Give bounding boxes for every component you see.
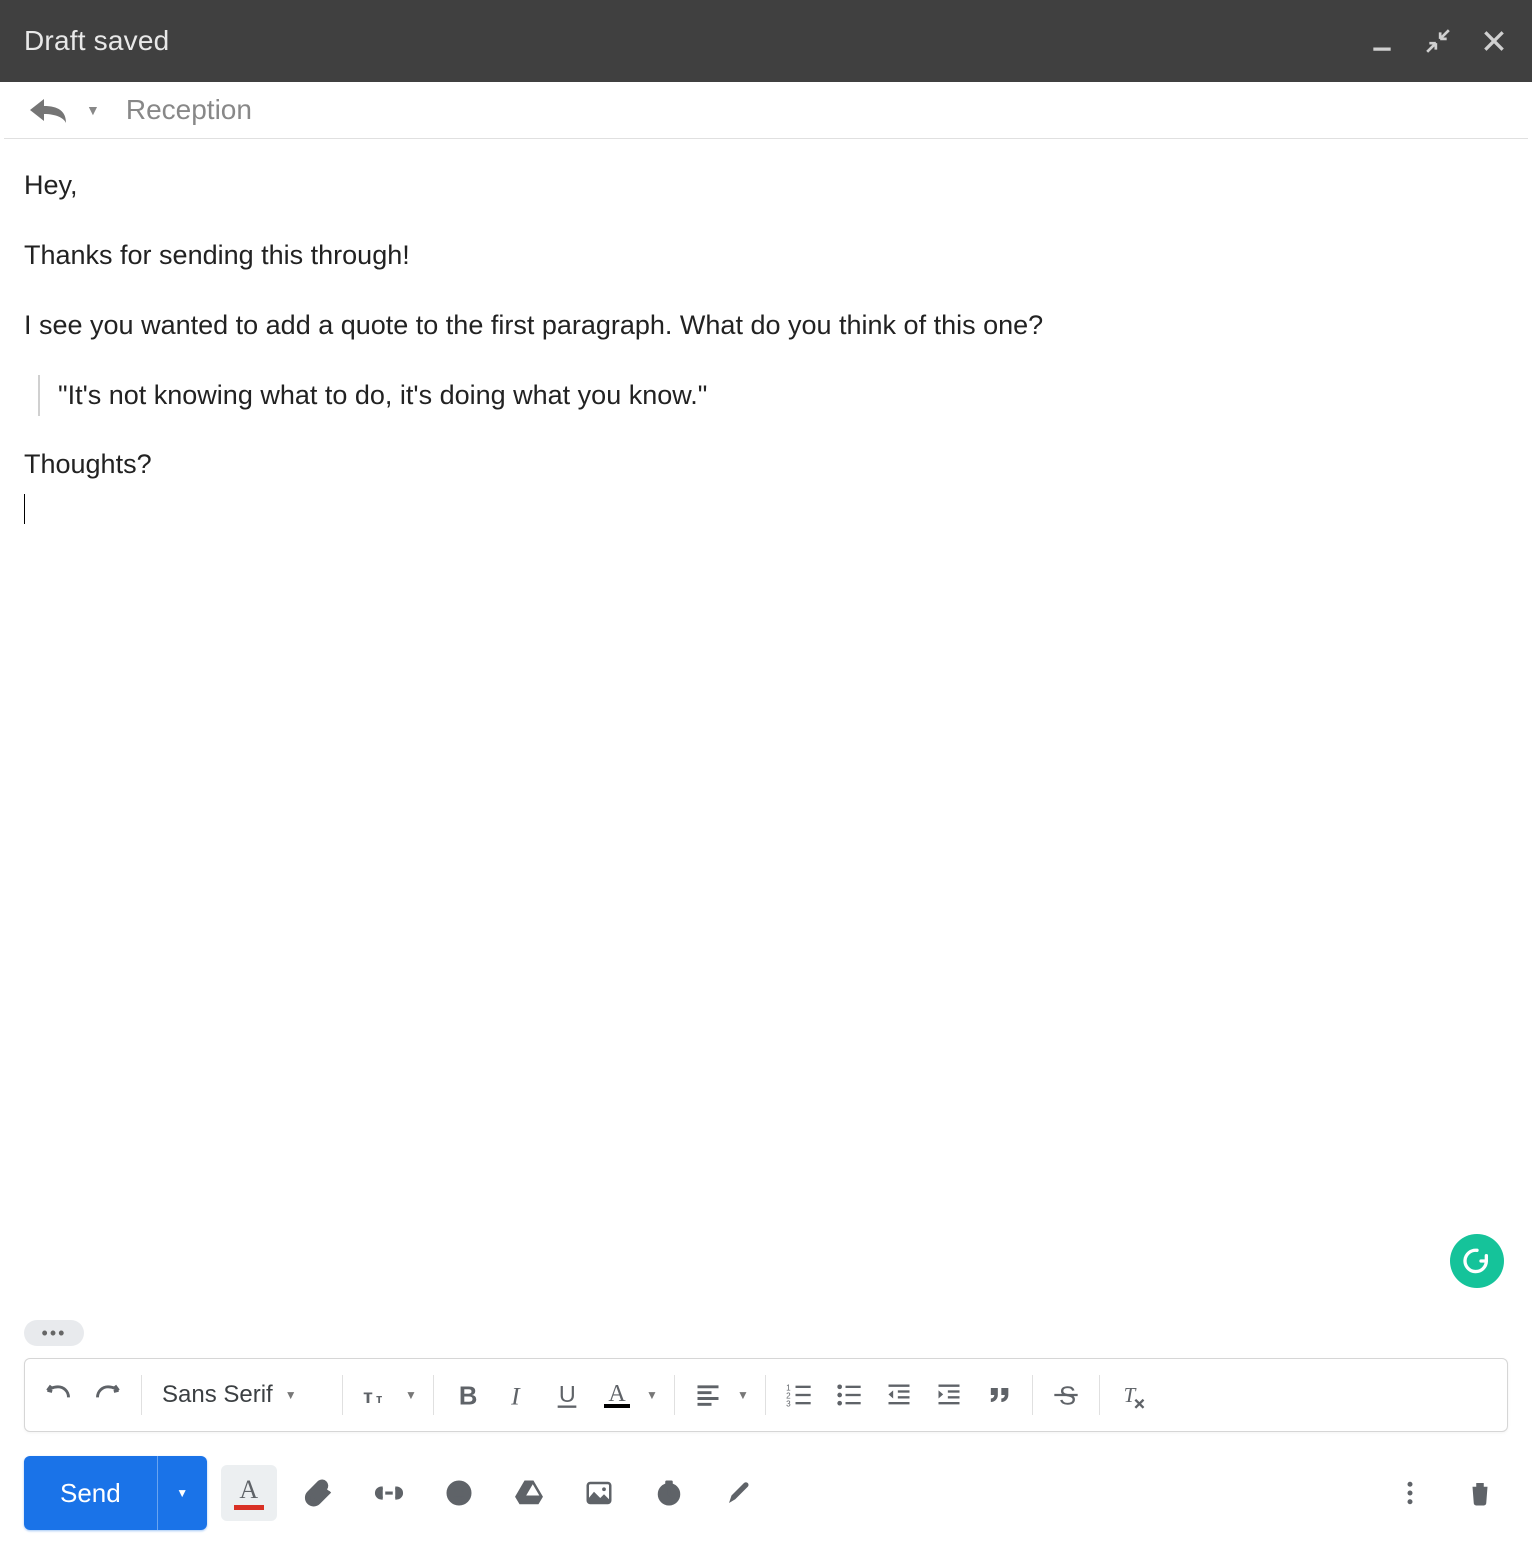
- separator: [1032, 1375, 1033, 1415]
- window-title: Draft saved: [24, 25, 1368, 57]
- body-line1: Thanks for sending this through!: [24, 235, 1508, 277]
- reply-icon[interactable]: [28, 95, 68, 125]
- insert-photo-button[interactable]: [571, 1465, 627, 1521]
- font-size-button[interactable]: тт: [353, 1372, 399, 1418]
- insert-emoji-button[interactable]: [431, 1465, 487, 1521]
- formatting-toolbar: Sans Serif ▼ тт ▼ B I U A ▼: [24, 1358, 1508, 1432]
- separator: [141, 1375, 142, 1415]
- confidential-mode-button[interactable]: [641, 1465, 697, 1521]
- insert-drive-button[interactable]: [501, 1465, 557, 1521]
- numbered-list-button[interactable]: 123: [776, 1372, 822, 1418]
- remove-formatting-button[interactable]: T: [1110, 1372, 1156, 1418]
- svg-text:U: U: [559, 1381, 576, 1407]
- formatting-options-button[interactable]: A: [221, 1465, 277, 1521]
- exit-fullscreen-icon[interactable]: [1424, 27, 1452, 55]
- show-trimmed-content-button[interactable]: •••: [24, 1320, 84, 1346]
- body-line2: I see you wanted to add a quote to the f…: [24, 305, 1508, 347]
- svg-text:T: T: [1124, 1383, 1137, 1407]
- align-button[interactable]: [685, 1372, 731, 1418]
- email-body[interactable]: Hey, Thanks for sending this through! I …: [0, 139, 1532, 1314]
- recipients-field[interactable]: Reception: [118, 94, 252, 126]
- recipients-row[interactable]: ▼ Reception: [4, 82, 1528, 139]
- discard-draft-button[interactable]: [1452, 1465, 1508, 1521]
- chevron-down-icon: ▼: [285, 1388, 297, 1402]
- body-quote: "It's not knowing what to do, it's doing…: [38, 375, 1508, 417]
- svg-text:3: 3: [786, 1400, 791, 1409]
- send-options-dropdown[interactable]: ▼: [157, 1456, 207, 1530]
- grammarly-badge[interactable]: [1450, 1234, 1504, 1288]
- titlebar-controls: [1368, 27, 1508, 55]
- close-icon[interactable]: [1480, 27, 1508, 55]
- color-underline: [234, 1505, 264, 1510]
- body-closing: Thoughts?: [24, 444, 1508, 486]
- more-options-button[interactable]: [1382, 1465, 1438, 1521]
- send-button[interactable]: Send: [24, 1456, 157, 1530]
- separator: [765, 1375, 766, 1415]
- send-row: Send ▼ A: [0, 1442, 1532, 1552]
- undo-button[interactable]: [35, 1372, 81, 1418]
- compose-window: Draft saved ▼ Reception: [0, 0, 1532, 1552]
- font-family-select[interactable]: Sans Serif ▼: [152, 1381, 332, 1409]
- indent-less-button[interactable]: [876, 1372, 922, 1418]
- italic-button[interactable]: I: [494, 1372, 540, 1418]
- text-color-dropdown[interactable]: ▼: [640, 1372, 664, 1418]
- insert-link-button[interactable]: [361, 1465, 417, 1521]
- attach-file-button[interactable]: [291, 1465, 347, 1521]
- bulleted-list-button[interactable]: [826, 1372, 872, 1418]
- font-name: Sans Serif: [162, 1381, 273, 1409]
- send-button-group: Send ▼: [24, 1456, 207, 1530]
- insert-signature-button[interactable]: [711, 1465, 767, 1521]
- strikethrough-button[interactable]: S: [1043, 1372, 1089, 1418]
- reply-type-dropdown[interactable]: ▼: [86, 102, 100, 118]
- minimize-icon[interactable]: [1368, 27, 1396, 55]
- separator: [342, 1375, 343, 1415]
- svg-text:I: I: [510, 1381, 521, 1409]
- separator: [674, 1375, 675, 1415]
- align-dropdown[interactable]: ▼: [731, 1372, 755, 1418]
- indent-more-button[interactable]: [926, 1372, 972, 1418]
- bold-button[interactable]: B: [444, 1372, 490, 1418]
- color-swatch: [604, 1404, 630, 1408]
- titlebar: Draft saved: [0, 0, 1532, 82]
- text-cursor: [24, 494, 25, 524]
- quote-button[interactable]: [976, 1372, 1022, 1418]
- underline-button[interactable]: U: [544, 1372, 590, 1418]
- separator: [1099, 1375, 1100, 1415]
- svg-text:т: т: [376, 1391, 382, 1406]
- font-size-dropdown[interactable]: ▼: [399, 1372, 423, 1418]
- svg-text:B: B: [459, 1382, 478, 1409]
- svg-text:т: т: [363, 1386, 373, 1408]
- separator: [433, 1375, 434, 1415]
- redo-button[interactable]: [85, 1372, 131, 1418]
- body-greeting: Hey,: [24, 165, 1508, 207]
- text-color-button[interactable]: A: [594, 1372, 640, 1418]
